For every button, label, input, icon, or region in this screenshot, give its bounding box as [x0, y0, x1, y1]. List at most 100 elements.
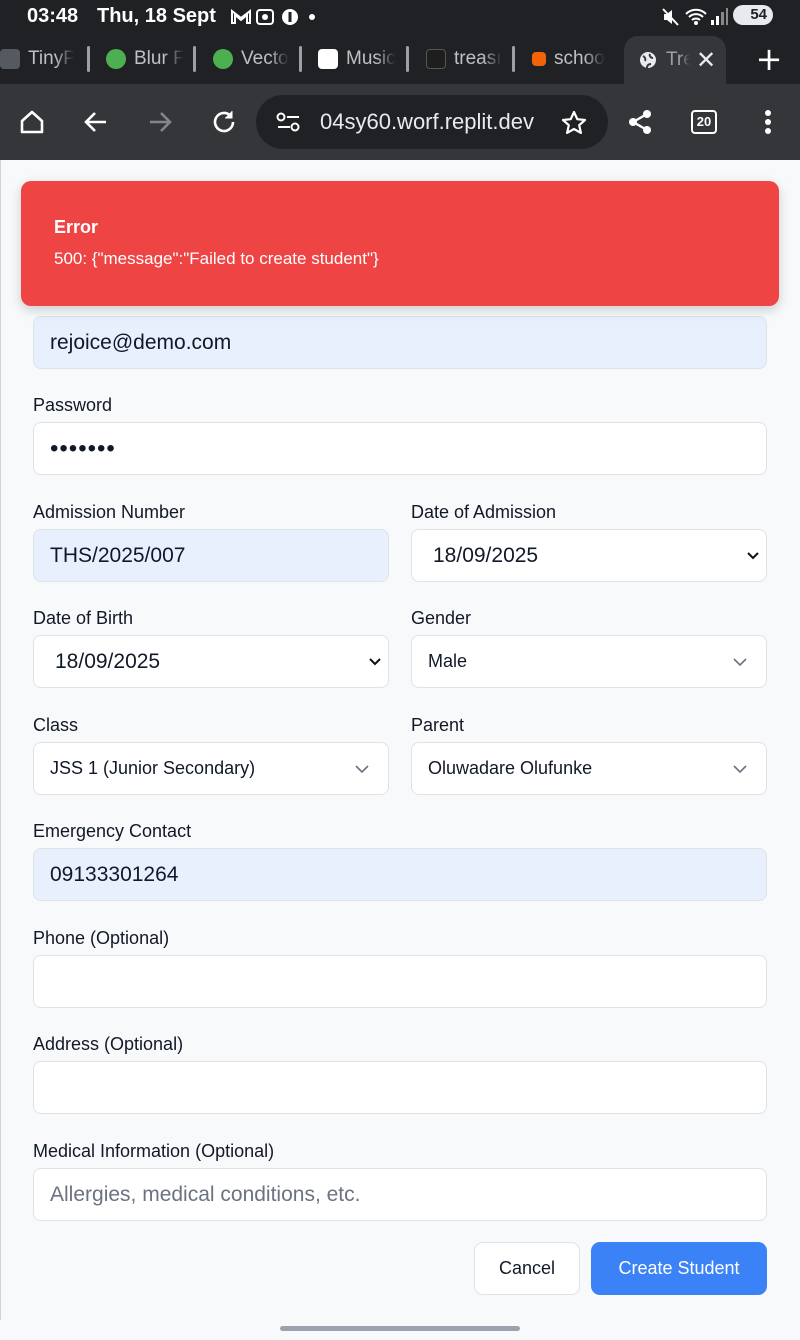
date-of-birth-label: Date of Birth — [33, 608, 134, 628]
tab-4[interactable]: treası — [426, 34, 504, 84]
admission-number-field[interactable]: THS/2025/007 — [33, 529, 389, 582]
tab-title: treası — [454, 48, 502, 69]
address-bar[interactable]: 04sy60.worf.replit.dev — [256, 95, 608, 149]
tab-title: Music — [346, 48, 396, 69]
more-vert-icon — [765, 110, 771, 134]
mute-icon — [660, 7, 680, 32]
forward-arrow-icon — [150, 112, 172, 132]
page-content: rejoice@demo.com Password ••••••• Admiss… — [0, 160, 800, 1340]
tab-0[interactable]: TinyP — [0, 34, 74, 84]
tab-strip: TinyP Blur F Vecto Music treası schoo Tr… — [0, 34, 800, 84]
page-edge — [0, 160, 1, 1320]
browser-toolbar: 04sy60.worf.replit.dev 20 — [0, 84, 800, 160]
share-button[interactable] — [622, 104, 658, 140]
globe-icon — [638, 50, 658, 70]
tab-favicon — [532, 52, 546, 66]
tab-active[interactable]: Tre ✕ — [624, 36, 726, 84]
tab-divider — [87, 46, 90, 72]
site-settings-icon[interactable] — [276, 111, 300, 133]
vpn-icon — [280, 7, 300, 32]
password-field[interactable]: ••••••• — [33, 422, 767, 475]
chevron-down-icon — [747, 552, 759, 560]
address-label: Address (Optional) — [33, 1034, 184, 1054]
gesture-home-bar[interactable] — [280, 1326, 520, 1331]
date-of-admission-field[interactable]: 18/09/2025 — [411, 529, 767, 582]
battery-indicator: 54 — [733, 5, 773, 25]
tab-title: schoo — [554, 48, 605, 69]
phone-field[interactable] — [33, 955, 767, 1008]
email-value: rejoice@demo.com — [50, 330, 232, 354]
password-label: Password — [33, 395, 113, 415]
admission-number-label: Admission Number — [33, 502, 186, 522]
tab-2[interactable]: Vecto — [213, 34, 291, 84]
reload-icon — [213, 111, 235, 133]
toast-message: 500: {"message":"Failed to create studen… — [54, 249, 379, 268]
date-of-birth-field[interactable]: 18/09/2025 — [33, 635, 389, 688]
gender-label: Gender — [411, 608, 472, 628]
tab-count: 20 — [691, 110, 717, 134]
email-field[interactable]: rejoice@demo.com — [33, 316, 767, 369]
tab-3[interactable]: Music — [318, 34, 398, 84]
url-text[interactable]: 04sy60.worf.replit.dev — [320, 109, 540, 135]
admission-number-value: THS/2025/007 — [50, 543, 186, 567]
bookmark-star-icon[interactable] — [561, 110, 587, 136]
tab-divider — [299, 46, 302, 72]
status-time: 03:48 — [27, 5, 79, 27]
new-tab-button[interactable]: + — [752, 42, 786, 76]
chevron-down-icon — [733, 765, 747, 774]
tab-title: Vecto — [241, 48, 289, 69]
signal-icon — [709, 7, 729, 32]
date-of-admission-label: Date of Admission — [411, 502, 557, 522]
address-field[interactable] — [33, 1061, 767, 1114]
tab-favicon — [426, 49, 446, 69]
home-icon — [20, 110, 44, 134]
tab-title: Tre — [666, 49, 690, 70]
tab-divider — [512, 46, 515, 72]
reload-button[interactable] — [206, 104, 242, 140]
cancel-button[interactable]: Cancel — [474, 1242, 580, 1295]
date-of-admission-value: 18/09/2025 — [433, 543, 539, 567]
medical-info-field[interactable]: Allergies, medical conditions, etc. — [33, 1168, 767, 1221]
emergency-contact-field[interactable]: 09133301264 — [33, 848, 767, 901]
tab-1[interactable]: Blur F — [106, 34, 184, 84]
tab-divider — [193, 46, 196, 72]
status-bar: 03:48 Thu, 18 Sept 54 — [0, 0, 800, 34]
menu-button[interactable] — [750, 104, 786, 140]
class-select[interactable]: JSS 1 (Junior Secondary) — [33, 742, 389, 795]
medical-info-label: Medical Information (Optional) — [33, 1141, 275, 1161]
tab-favicon — [0, 49, 20, 69]
wifi-icon — [685, 7, 707, 32]
back-button[interactable] — [78, 104, 114, 140]
class-label: Class — [33, 715, 79, 735]
password-value: ••••••• — [50, 434, 116, 462]
parent-label: Parent — [411, 715, 465, 735]
back-arrow-icon — [84, 112, 106, 132]
tab-divider — [406, 46, 409, 72]
chevron-down-icon — [369, 658, 381, 666]
parent-select[interactable]: Oluwadare Olufunke — [411, 742, 767, 795]
tab-favicon — [213, 49, 233, 69]
create-student-button[interactable]: Create Student — [591, 1242, 767, 1295]
tab-title: Blur F — [134, 48, 184, 69]
screenshot-icon — [255, 7, 275, 32]
tab-5[interactable]: schoo — [532, 34, 610, 84]
emergency-contact-value: 09133301264 — [50, 862, 179, 886]
tab-switcher-button[interactable]: 20 — [686, 104, 722, 140]
error-toast[interactable]: Error 500: {"message":"Failed to create … — [21, 181, 779, 306]
share-icon — [629, 110, 651, 134]
status-date: Thu, 18 Sept — [97, 5, 216, 27]
tab-favicon — [318, 49, 338, 69]
tab-favicon — [106, 49, 126, 69]
forward-button[interactable] — [142, 104, 178, 140]
class-value: JSS 1 (Junior Secondary) — [50, 758, 256, 778]
gender-value: Male — [428, 651, 468, 671]
home-button[interactable] — [14, 104, 50, 140]
chevron-down-icon — [355, 765, 369, 774]
notification-dot — [309, 14, 315, 20]
close-tab-icon[interactable]: ✕ — [696, 46, 716, 74]
parent-value: Oluwadare Olufunke — [428, 758, 593, 778]
chevron-down-icon — [733, 658, 747, 667]
emergency-contact-label: Emergency Contact — [33, 821, 192, 841]
date-of-birth-value: 18/09/2025 — [55, 649, 161, 673]
gender-select[interactable]: Male — [411, 635, 767, 688]
